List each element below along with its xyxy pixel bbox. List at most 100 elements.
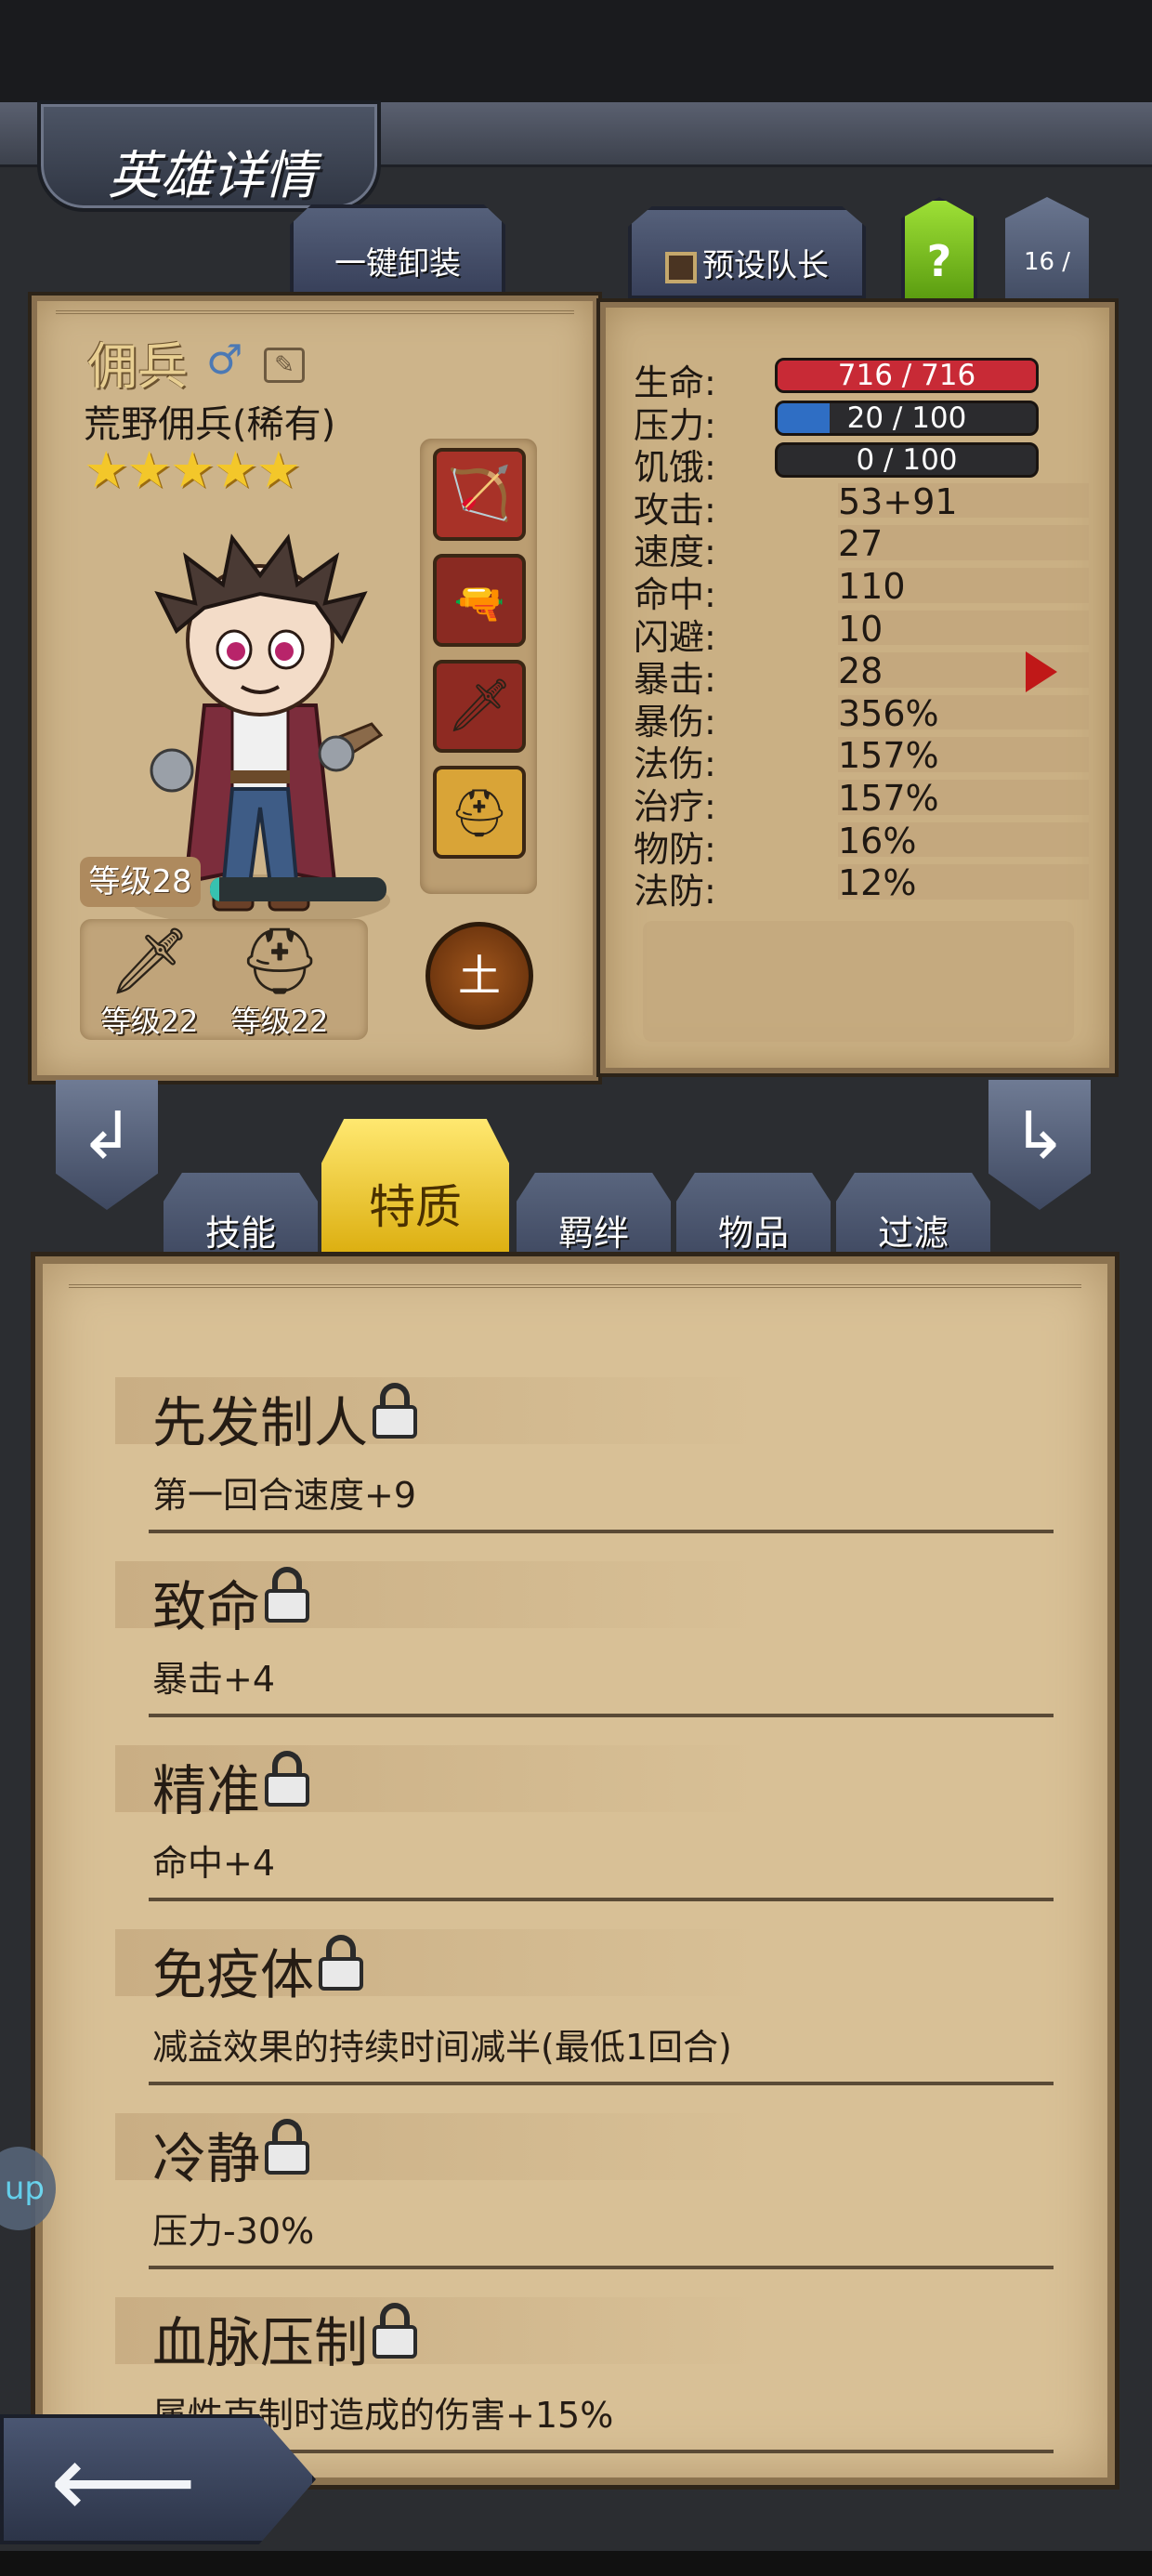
gear-box: 🗡 等级22 ⛑ 等级22	[80, 919, 368, 1040]
hunger-bar: 0 / 100	[775, 442, 1039, 479]
crossbow-icon: 🏹	[447, 464, 512, 524]
rarity-stars: ★★★★★	[84, 440, 301, 499]
crossbow-equip-slot[interactable]: 🏹	[433, 448, 526, 541]
weapon-gear[interactable]: 🗡 等级22	[89, 919, 210, 1040]
divider	[149, 2266, 1054, 2269]
element-label: 土	[458, 951, 501, 1001]
stat-row: 闪避: 10	[634, 607, 1089, 658]
trait-desc: 压力-30%	[152, 2211, 315, 2252]
stat-value: 356%	[838, 692, 939, 734]
sword-icon: 🗡	[108, 923, 191, 999]
trait-desc: 减益效果的持续时间减半(最低1回合)	[152, 2027, 732, 2068]
trait-item[interactable]: 精准 命中+4	[115, 1725, 1054, 1909]
hp-value: 716 / 716	[837, 359, 976, 392]
back-arrow-icon: ⟵	[50, 2422, 197, 2541]
stat-row-hunger: 饥饿: 0 / 100	[634, 437, 1089, 488]
hero-count-badge: 16 / 31	[1005, 197, 1089, 304]
divider	[149, 2082, 1054, 2085]
preset-captain-label: 预设队长	[702, 247, 829, 284]
stat-row: 法伤: 157%	[634, 733, 1089, 784]
pistol-icon: 🔫	[453, 580, 505, 627]
trait-name: 先发制人	[152, 1391, 369, 1454]
hunger-value: 0 / 100	[856, 443, 958, 478]
armor-gear[interactable]: ⛑ 等级22	[219, 919, 340, 1040]
next-hero-button[interactable]: ↳	[988, 1080, 1091, 1210]
arrow-left-icon: ↲	[79, 1097, 135, 1174]
trait-item[interactable]: 致命 暴击+4	[115, 1541, 1054, 1725]
checkbox-icon[interactable]	[665, 251, 697, 283]
stat-row: 暴击: 28	[634, 649, 1089, 700]
edit-name-icon[interactable]: ✎	[264, 348, 305, 383]
pistol-equip-slot[interactable]: 🔫	[433, 554, 526, 647]
helmet-equip-slot[interactable]: ⛑	[433, 766, 526, 859]
preset-captain-toggle[interactable]: 预设队长	[628, 206, 866, 299]
stat-value: 53+91	[838, 480, 958, 522]
stat-row: 速度: 27	[634, 521, 1089, 572]
tab-label: 物品	[717, 1213, 789, 1254]
exp-bar	[210, 877, 386, 901]
stat-value: 27	[838, 523, 884, 565]
up-label: up	[4, 2170, 45, 2207]
help-label: ?	[926, 236, 952, 286]
trait-desc: 第一回合速度+9	[152, 1475, 417, 1516]
stat-value: 110	[838, 565, 906, 607]
trait-desc: 命中+4	[152, 1843, 276, 1884]
hero-info-panel: 佣兵 ♂ ✎ 荒野佣兵(稀有) ★★★★★ 🏹 🔫 🗡 ⛑ 等级28 🗡 等级2…	[32, 296, 598, 1081]
trait-name: 精准	[152, 1759, 261, 1822]
lock-icon	[319, 1935, 363, 1991]
stat-value: 12%	[838, 862, 917, 904]
trait-item[interactable]: 先发制人 第一回合速度+9	[115, 1357, 1054, 1541]
tab-label: 特质	[369, 1180, 462, 1234]
traits-panel: 先发制人 第一回合速度+9 致命 暴击+4 精准 命中+4 免疫体 减益效果的持…	[35, 1256, 1115, 2485]
top-status-bar	[0, 0, 1152, 102]
trait-item[interactable]: 免疫体 减益效果的持续时间减半(最低1回合)	[115, 1909, 1054, 2093]
tab-traits[interactable]: 特质	[321, 1119, 509, 1277]
trait-name: 血脉压制	[152, 2311, 369, 2374]
dagger-equip-slot[interactable]: 🗡	[433, 660, 526, 753]
unequip-all-label: 一键卸装	[334, 245, 461, 283]
hp-bar: 716 / 716	[775, 358, 1039, 393]
stat-row: 命中: 110	[634, 564, 1089, 615]
stat-label: 法防:	[634, 871, 716, 913]
arrow-right-icon: ↳	[1012, 1097, 1067, 1174]
stat-row-hp: 生命: 716 / 716	[634, 352, 1089, 403]
stat-value: 16%	[838, 820, 917, 861]
stats-list: 生命: 716 / 716 压力: 20 / 100 饥饿: 0 / 100 攻…	[634, 352, 1089, 912]
page-title: 英雄详情	[108, 146, 316, 206]
expand-stats-icon[interactable]	[1026, 651, 1057, 692]
lock-icon	[373, 1383, 417, 1439]
stats-panel: 生命: 716 / 716 压力: 20 / 100 饥饿: 0 / 100 攻…	[600, 302, 1115, 1073]
stat-row: 暴伤: 356%	[634, 691, 1089, 743]
trait-name: 冷静	[152, 2127, 261, 2190]
hero-level: 等级28	[80, 857, 201, 907]
trait-name: 免疫体	[152, 1943, 315, 2006]
equipment-slots: 🏹 🔫 🗡 ⛑	[420, 439, 537, 894]
stat-value: 10	[838, 608, 884, 650]
bottom-system-bar	[0, 2551, 1152, 2576]
stress-bar: 20 / 100	[775, 400, 1039, 436]
dagger-icon: 🗡	[446, 676, 513, 736]
trait-item[interactable]: 冷静 压力-30%	[115, 2093, 1054, 2277]
tab-label: 羁绊	[557, 1213, 629, 1254]
help-button[interactable]: ?	[901, 197, 977, 304]
stats-empty-area	[643, 921, 1074, 1042]
helmet-icon: ⛑	[238, 923, 321, 999]
lock-icon	[265, 2119, 309, 2175]
stat-value: 28	[838, 651, 884, 692]
element-badge[interactable]: 土	[425, 922, 533, 1030]
divider	[149, 1898, 1054, 1901]
divider	[149, 1714, 1054, 1717]
lock-icon	[265, 1751, 309, 1807]
tab-label: 过滤	[877, 1213, 949, 1254]
back-button[interactable]: ⟵	[0, 2414, 316, 2544]
armor-level: 等级22	[230, 1004, 329, 1039]
stress-value: 20 / 100	[846, 401, 967, 435]
stat-row-stress: 压力: 20 / 100	[634, 395, 1089, 446]
stat-row: 治疗: 157%	[634, 776, 1089, 827]
stat-row: 法防: 12%	[634, 861, 1089, 912]
stat-value: 157%	[838, 777, 939, 819]
stat-value: 157%	[838, 735, 939, 777]
unequip-all-button[interactable]: 一键卸装	[290, 204, 505, 297]
prev-hero-button[interactable]: ↲	[56, 1080, 158, 1210]
trait-desc: 暴击+4	[152, 1659, 276, 1700]
